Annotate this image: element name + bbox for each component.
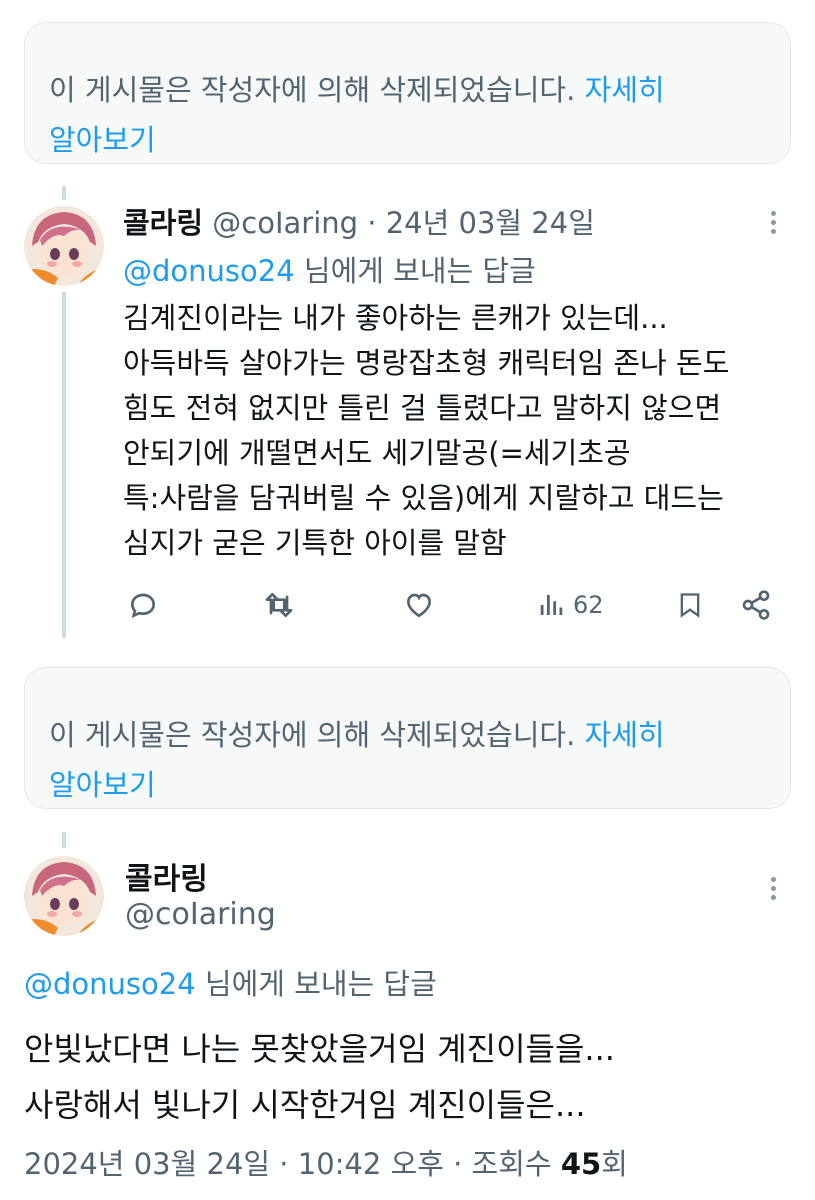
avatar[interactable] <box>24 206 104 286</box>
replying-to-label: 님에게 보내는 답글 <box>294 254 536 288</box>
deleted-post-notice: 이 게시물은 작성자에 의해 삭제되었습니다. 자세히 알아보기 <box>24 22 791 164</box>
display-name[interactable]: 콜라링 <box>123 206 203 240</box>
reply-header: 콜라링 @coIaring · 24년 03월 24일 <box>123 200 595 242</box>
more-icon[interactable] <box>771 211 781 238</box>
replying-to: @donuso24 님에게 보내는 답글 <box>123 248 536 290</box>
avatar[interactable] <box>24 856 104 936</box>
share-icon <box>742 590 770 620</box>
views-button[interactable]: 62 <box>537 580 604 630</box>
retweet-button[interactable] <box>262 580 296 630</box>
deleted-notice-text: 이 게시물은 작성자에 의해 삭제되었습니다. <box>49 718 576 752</box>
thread-line <box>62 186 66 200</box>
deleted-notice-text: 이 게시물은 작성자에 의해 삭제되었습니다. <box>49 73 576 107</box>
thread-line <box>62 292 66 638</box>
post-date[interactable]: 24년 03월 24일 <box>386 206 595 240</box>
bookmark-icon <box>680 593 700 618</box>
share-button[interactable] <box>740 580 772 630</box>
tweet-text: 안빛났다면 나는 못찾았을거임 계진이들을... 사랑해서 빛나기 시작한거임 … <box>24 1030 615 1124</box>
replying-to: @donuso24 님에게 보내는 답글 <box>24 961 437 1003</box>
replying-to-label: 님에게 보내는 답글 <box>195 967 437 1001</box>
like-button[interactable] <box>402 580 436 630</box>
views-suffix: 회 <box>601 1147 628 1181</box>
mention-link[interactable]: @donuso24 <box>123 254 295 288</box>
reply-button[interactable] <box>127 580 159 630</box>
post-timestamp[interactable]: 2024년 03월 24일 · 10:42 오후 · 조회수 <box>24 1147 561 1181</box>
mention-link[interactable]: @donuso24 <box>24 967 196 1001</box>
bookmark-button[interactable] <box>676 580 704 630</box>
action-bar: 62 <box>123 580 783 630</box>
more-icon[interactable] <box>771 877 781 904</box>
handle[interactable]: @coIaring <box>212 206 358 240</box>
views-icon <box>540 595 563 615</box>
deleted-post-notice: 이 게시물은 작성자에 의해 삭제되었습니다. 자세히 알아보기 <box>24 667 791 809</box>
thread-line <box>62 832 66 848</box>
like-icon <box>406 593 432 618</box>
view-count: 45 <box>560 1147 602 1181</box>
handle[interactable]: @coIaring <box>125 897 276 932</box>
retweet-icon <box>265 593 293 617</box>
separator: · <box>367 206 377 240</box>
tweet-text: 김계진이라는 내가 좋아하는 른캐가 있는데... 아득바득 살아가는 명랑잡초… <box>123 301 730 560</box>
display-name[interactable]: 콜라링 <box>125 854 208 898</box>
reply-icon <box>130 593 156 619</box>
post-metadata: 2024년 03월 24일 · 10:42 오후 · 조회수 45회 <box>24 1141 628 1183</box>
view-count: 62 <box>573 591 604 619</box>
